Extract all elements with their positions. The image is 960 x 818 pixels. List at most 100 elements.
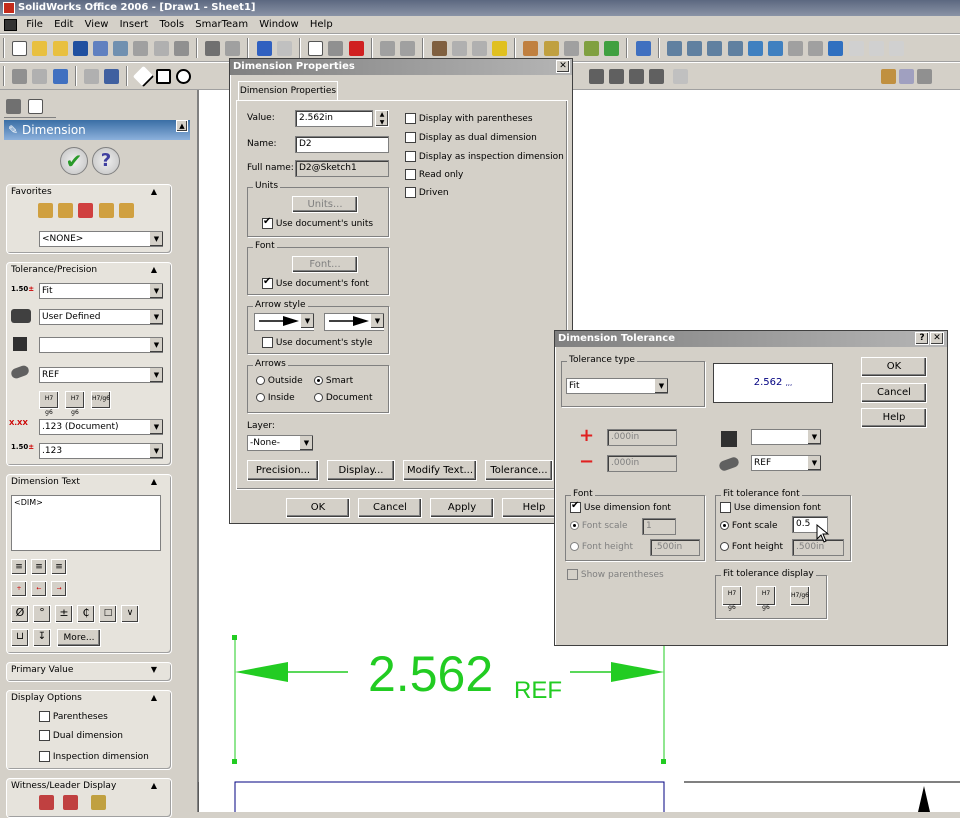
undo-icon[interactable] — [256, 41, 272, 56]
document-menu-icon[interactable] — [4, 19, 17, 31]
linear-display-icon[interactable]: H7/g6 — [790, 586, 810, 606]
print-icon[interactable] — [205, 41, 221, 56]
inspection-dimension-option[interactable]: Inspection dimension — [39, 751, 149, 762]
cancel-button[interactable]: Cancel — [861, 383, 927, 403]
use-doc-font-checkbox[interactable] — [262, 276, 273, 289]
zoom-area-icon[interactable] — [687, 41, 703, 56]
check-icon[interactable] — [673, 69, 688, 84]
font-button[interactable]: Font... — [292, 256, 358, 273]
dimension-properties-titlebar[interactable]: Dimension Properties ✕ — [230, 59, 572, 75]
depth-icon[interactable]: ↧ — [33, 629, 51, 647]
relation-icon[interactable] — [609, 69, 624, 84]
mate-icon[interactable] — [543, 41, 559, 56]
library-icon[interactable] — [153, 41, 169, 56]
menu-tools[interactable]: Tools — [155, 16, 188, 34]
leader-icon[interactable] — [63, 795, 78, 810]
view-icon[interactable] — [828, 41, 844, 56]
use-dim-font-checkbox[interactable] — [570, 500, 581, 513]
drawing-dimension-value[interactable]: 2.562 — [368, 644, 493, 704]
units-button[interactable]: Units... — [292, 196, 358, 213]
open-icon[interactable] — [32, 41, 48, 56]
link-icon[interactable] — [563, 41, 579, 56]
collapse-caret-icon[interactable]: ▲ — [151, 185, 157, 199]
delete-favorite-icon[interactable] — [78, 203, 94, 218]
snap-icon[interactable] — [451, 41, 467, 56]
handle-bottom-left[interactable] — [232, 759, 237, 764]
smart-dimension-icon[interactable] — [32, 69, 48, 84]
precision-button[interactable]: Precision... — [247, 460, 319, 481]
help-question-button[interactable]: ? — [92, 147, 120, 175]
help-button[interactable]: Help — [861, 408, 927, 428]
stacked-with-line-icon[interactable]: H7 g6 — [722, 586, 742, 611]
parentheses-checkbox[interactable] — [39, 711, 50, 722]
tolerance-type-select[interactable]: Fit ▼ — [566, 378, 668, 394]
close-icon[interactable]: ✕ — [930, 332, 944, 345]
property-manager-tab-icon[interactable] — [28, 99, 44, 114]
collapse-caret-icon[interactable]: ▲ — [151, 263, 157, 277]
tolerance-type-select[interactable]: Fit ▼ — [39, 283, 163, 299]
display-relation-icon[interactable] — [629, 69, 644, 84]
parentheses-check-row[interactable]: Display with parentheses — [405, 113, 533, 124]
ok-button[interactable]: OK — [861, 357, 927, 377]
rectangle-icon[interactable] — [155, 69, 171, 84]
new-icon[interactable] — [12, 41, 28, 56]
dual-dimension-checkbox[interactable] — [405, 132, 416, 143]
sketch-mode-icon[interactable] — [83, 69, 99, 84]
lock-icon[interactable] — [173, 41, 189, 56]
parentheses-option[interactable]: Parentheses — [39, 711, 108, 722]
handle-bottom-right[interactable] — [661, 759, 666, 764]
use-doc-style-row[interactable]: Use document's style — [262, 337, 373, 348]
toolbox-icon[interactable] — [584, 41, 599, 56]
outside-option[interactable]: Outside — [256, 376, 303, 386]
load-favorite-icon[interactable] — [118, 203, 134, 218]
use-doc-style-checkbox[interactable] — [262, 337, 273, 348]
collapse-caret-icon[interactable]: ▲ — [151, 691, 157, 705]
inspection-checkbox[interactable] — [39, 751, 50, 762]
circle-icon[interactable] — [175, 69, 191, 84]
select-icon[interactable] — [308, 41, 324, 56]
apply-button[interactable]: Apply — [430, 498, 494, 518]
close-icon[interactable]: ✕ — [556, 60, 570, 73]
dual-check-row[interactable]: Display as dual dimension — [405, 132, 537, 143]
counterbore-icon[interactable]: ⊔ — [11, 629, 29, 647]
zoom-selection-icon[interactable] — [727, 41, 743, 56]
repair-icon[interactable] — [649, 69, 664, 84]
insert-dim-icon[interactable]: + — [11, 581, 27, 597]
menu-smarteam[interactable]: SmarTeam — [191, 16, 252, 34]
panel-scroll-up-button[interactable]: ▲ — [176, 120, 188, 132]
fit-font-height-option[interactable]: Font height — [720, 542, 783, 552]
print-preview-icon[interactable] — [225, 41, 241, 56]
ok-check-button[interactable]: ✔ — [60, 147, 88, 175]
layer-icon[interactable] — [400, 41, 416, 56]
smart-radio[interactable] — [314, 376, 323, 385]
sketch-icon[interactable] — [328, 41, 344, 56]
witness-line-icon[interactable] — [39, 795, 54, 810]
save-icon[interactable] — [72, 41, 88, 56]
inside-option[interactable]: Inside — [256, 393, 295, 403]
constraint-icon[interactable] — [589, 69, 604, 84]
square-icon[interactable]: □ — [99, 605, 117, 623]
zoom-in-out-icon[interactable] — [707, 41, 723, 56]
use-doc-font-row[interactable]: Use document's font — [262, 276, 369, 289]
name-input[interactable]: D2 — [295, 136, 389, 153]
stacked-no-line-icon[interactable]: H7 g6 — [65, 391, 85, 416]
properties-icon[interactable] — [113, 41, 129, 56]
driven-checkbox[interactable] — [405, 187, 416, 198]
menu-help[interactable]: Help — [306, 16, 337, 34]
break-line-icon[interactable] — [91, 795, 106, 810]
readonly-check-row[interactable]: Read only — [405, 169, 463, 180]
sheet-icon[interactable] — [881, 69, 896, 84]
notes-icon[interactable] — [899, 69, 914, 84]
shaft-fit-select[interactable]: REF ▼ — [39, 367, 163, 383]
arrow-style-left-select[interactable]: ▼ — [254, 313, 314, 331]
use-doc-units-row[interactable]: Use document's units — [262, 216, 373, 229]
value-spinner[interactable]: ▲ ▼ — [375, 110, 389, 127]
hidden-lines-icon[interactable] — [848, 41, 864, 56]
rebuild-icon[interactable] — [348, 41, 364, 56]
dimension-text-area[interactable]: <DIM> — [11, 495, 161, 551]
tolerance-button[interactable]: Tolerance... — [485, 460, 553, 481]
display-button[interactable]: Display... — [327, 460, 395, 481]
redraw-icon[interactable] — [788, 41, 804, 56]
smart-option[interactable]: Smart — [314, 376, 353, 386]
help-question-icon[interactable]: ? — [915, 332, 929, 345]
